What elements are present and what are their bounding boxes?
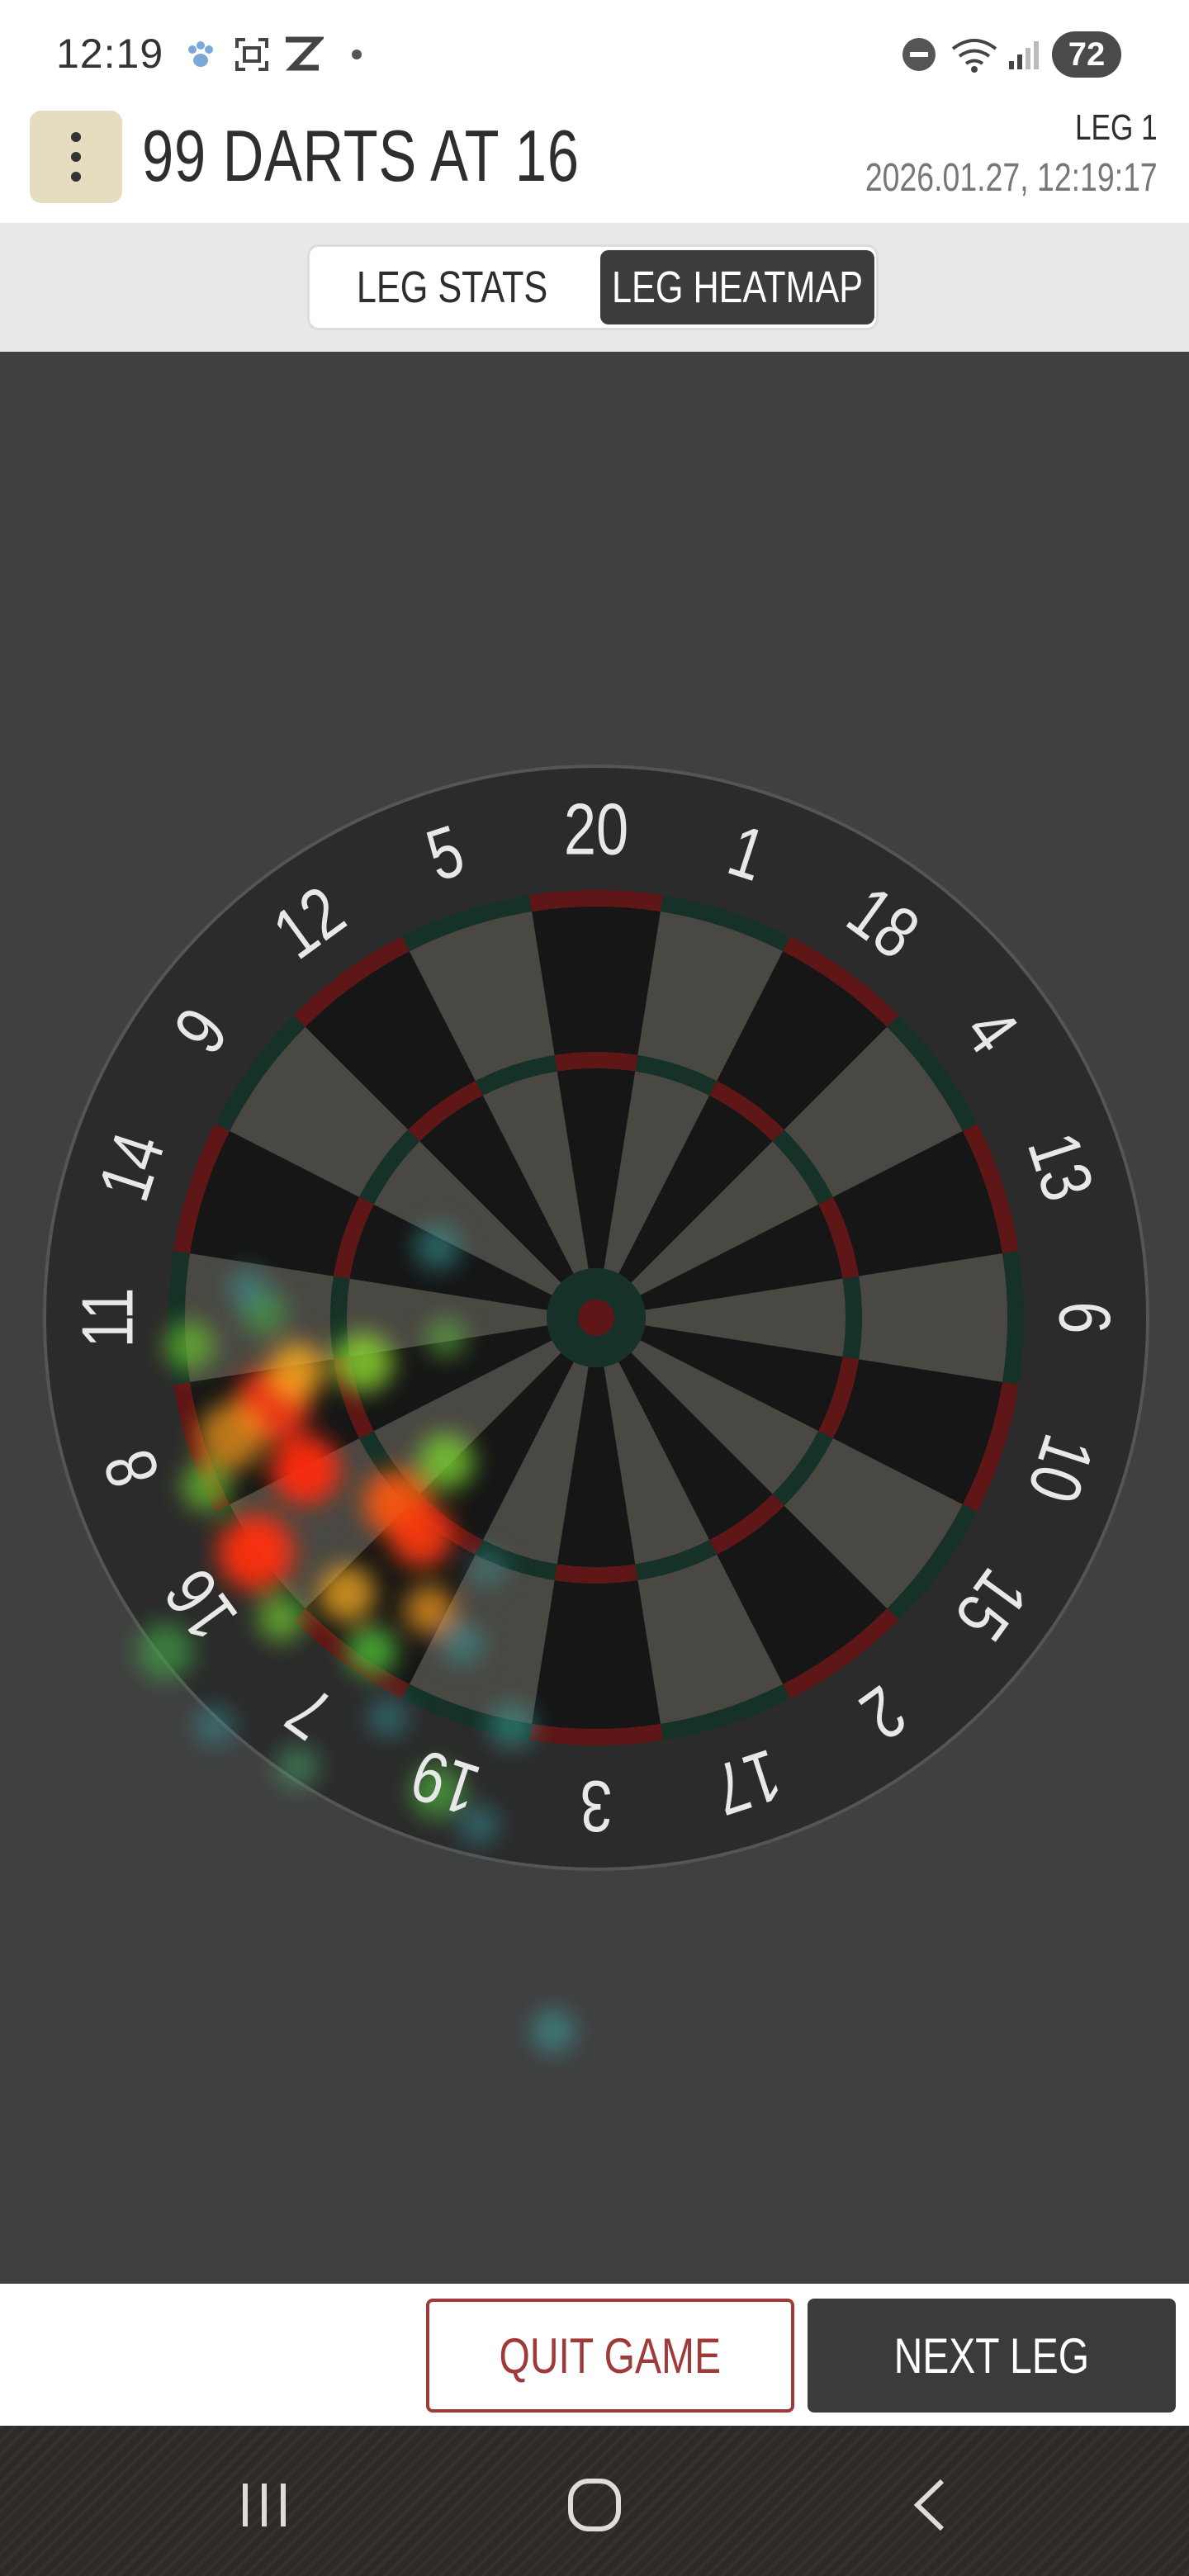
tab-leg-stats[interactable]: LEG STATS — [315, 250, 590, 324]
more-vert-icon-dot — [71, 152, 81, 162]
heat-spot — [418, 1433, 474, 1489]
quit-game-button[interactable]: QUIT GAME — [426, 2299, 794, 2413]
heat-spot — [390, 1504, 452, 1567]
tab-label: LEG HEATMAP — [611, 263, 864, 312]
heat-spot — [271, 1435, 340, 1504]
heat-spot — [228, 1268, 268, 1308]
heat-spot — [426, 1318, 466, 1357]
navigation-bar — [0, 2426, 1189, 2576]
heat-spot — [258, 1595, 304, 1641]
screenshot-icon — [231, 31, 272, 78]
dartboard: 20 11841361015217319716811149125 — [43, 765, 1149, 2053]
quit-game-label: QUIT GAME — [499, 2327, 722, 2384]
back-icon[interactable] — [888, 2464, 971, 2546]
do-not-disturb-icon — [898, 31, 940, 78]
heat-spot — [405, 1585, 454, 1635]
wifi-icon — [948, 31, 1001, 78]
dartboard-base — [43, 765, 1149, 1871]
heat-spot — [469, 1551, 505, 1587]
page-title: 99 DARTS AT 16 — [142, 115, 580, 197]
heat-spot — [165, 1321, 215, 1371]
outer-single-segment — [859, 1253, 1007, 1382]
outer-single-segment — [532, 907, 661, 1055]
outer-single-segment — [532, 1580, 661, 1729]
heat-spot — [198, 1404, 264, 1470]
recent-apps-icon[interactable] — [223, 2464, 306, 2546]
heat-spot — [182, 1461, 231, 1511]
leg-datetime: 2026.01.27, 12:19:17 — [865, 156, 1158, 200]
heat-spot — [195, 1706, 234, 1745]
signal-icon — [1004, 31, 1044, 78]
battery-indicator: 72 — [1052, 31, 1121, 78]
heat-spot — [368, 1698, 408, 1737]
tab-label: LEG STATS — [357, 263, 548, 312]
heat-spot — [269, 1342, 325, 1399]
tab-group: LEG STATS LEG HEATMAP — [307, 244, 879, 330]
tab-strip: LEG STATS LEG HEATMAP — [0, 223, 1189, 352]
bullseye — [578, 1300, 614, 1336]
header: 99 DARTS AT 16 LEG 1 2026.01.27, 12:19:1… — [0, 107, 1189, 223]
more-vert-icon — [71, 132, 81, 142]
status-time: 12:19 — [56, 31, 164, 77]
footer: QUIT GAME NEXT LEG — [0, 2284, 1189, 2426]
heat-spot — [414, 1224, 461, 1270]
heatmap-area: 20 1 18 4 13 6 10 15 2 17 3 19 7 16 8 11 14 9 12 5 — [0, 352, 1189, 2284]
z-app-icon — [279, 31, 325, 78]
board-number: 11 — [67, 1287, 148, 1347]
heat-spot — [489, 1702, 535, 1749]
heat-spot — [319, 1565, 375, 1622]
board-number: 3 — [580, 1766, 612, 1847]
notification-dot-icon — [347, 31, 367, 78]
heat-spot — [441, 1622, 484, 1664]
paw-icon — [180, 31, 221, 78]
heat-spot — [347, 1627, 396, 1676]
status-bar: 12:19 72 — [0, 0, 1189, 107]
heat-spot — [532, 2010, 575, 2053]
menu-button[interactable] — [30, 111, 122, 203]
leg-label: LEG 1 — [1075, 107, 1158, 148]
board-number: 6 — [1045, 1301, 1125, 1333]
next-leg-button[interactable]: NEXT LEG — [808, 2299, 1176, 2413]
tab-leg-heatmap[interactable]: LEG HEATMAP — [600, 250, 874, 324]
more-vert-icon-dot — [71, 172, 81, 182]
next-leg-label: NEXT LEG — [893, 2327, 1090, 2384]
board-number: 20 — [564, 788, 628, 869]
heat-spot — [334, 1333, 393, 1392]
home-icon[interactable] — [553, 2464, 636, 2546]
